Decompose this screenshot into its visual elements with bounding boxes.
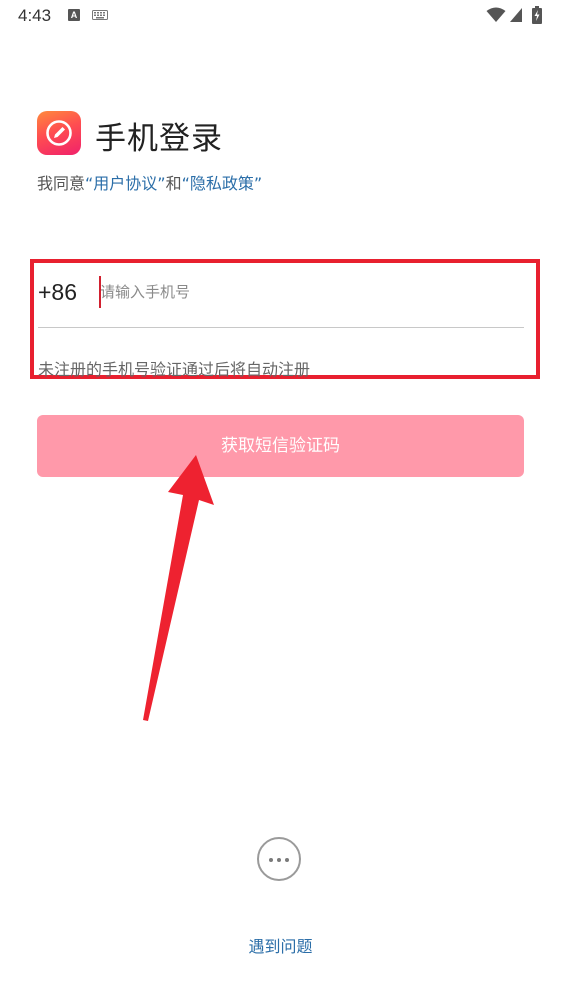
more-options-button[interactable] — [257, 837, 301, 881]
agreement-text: 我同意“用户协议”和“隐私政策” — [37, 170, 262, 194]
text-cursor — [99, 276, 101, 308]
more-dot — [277, 858, 281, 862]
signal-icon — [510, 8, 522, 22]
page-title: 手机登录 — [95, 121, 223, 157]
more-dot — [285, 858, 289, 862]
user-agreement-link[interactable]: “用户协议” — [85, 174, 166, 193]
agreement-middle: 和 — [165, 174, 182, 193]
status-time: 4:43 — [18, 6, 52, 25]
keyboard-icon — [92, 10, 108, 20]
a-notification-icon: A — [68, 9, 80, 21]
input-divider — [38, 327, 524, 328]
phone-input[interactable] — [100, 278, 520, 306]
app-logo — [37, 111, 81, 155]
arrow-shape — [143, 455, 214, 721]
pencil-circle-icon — [46, 120, 72, 146]
battery-charging-icon — [532, 6, 542, 24]
agreement-prefix: 我同意 — [37, 174, 86, 193]
more-horizontal-icon — [269, 858, 273, 862]
status-bar: 4:43 A — [0, 0, 561, 32]
get-sms-code-button[interactable]: 获取短信验证码 — [37, 415, 524, 477]
country-code-selector[interactable]: +86 — [38, 279, 77, 306]
help-link[interactable]: 遇到问题 — [0, 933, 561, 957]
login-screen: 4:43 A 手机登录 我同意“用户协议”和“隐私政策” +86 请输入手机号 … — [0, 0, 561, 997]
privacy-policy-link[interactable]: “隐私政策” — [182, 174, 263, 193]
registration-hint: 未注册的手机号验证通过后将自动注册 — [38, 360, 311, 379]
wifi-icon — [486, 7, 506, 22]
